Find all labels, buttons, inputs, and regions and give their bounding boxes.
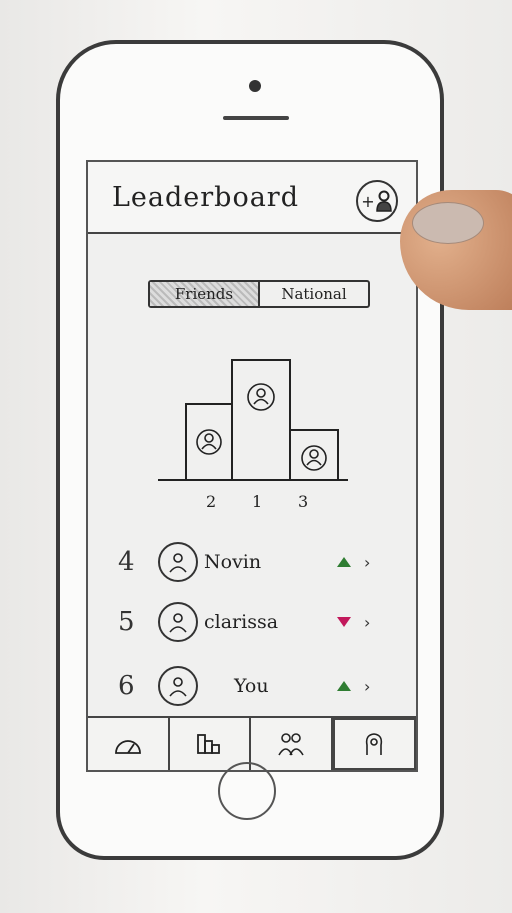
list-item[interactable]: 6 You › <box>118 658 408 714</box>
rank-number: 6 <box>118 671 135 701</box>
tab-friends-nav[interactable] <box>251 718 333 770</box>
avatar-icon <box>158 602 198 642</box>
chevron-right-icon[interactable]: › <box>364 677 394 696</box>
trend-up-icon <box>324 680 364 692</box>
tab-friends[interactable]: Friends <box>150 282 260 306</box>
add-friend-button[interactable]: + <box>356 180 398 222</box>
speedometer-icon <box>114 740 141 754</box>
speaker-icon <box>223 116 289 120</box>
podium-rank-2: 2 <box>206 492 217 511</box>
chevron-right-icon[interactable]: › <box>364 553 394 572</box>
list-item[interactable]: 4 Novin › <box>118 534 408 590</box>
avatar-icon <box>196 383 327 471</box>
person-icon <box>375 190 392 212</box>
page-title: Leaderboard <box>112 182 300 213</box>
rank-number: 5 <box>118 607 135 637</box>
list-item[interactable]: 5 clarissa › <box>118 594 408 650</box>
plus-label: + <box>361 191 375 211</box>
leaderboard-icon <box>197 734 221 754</box>
rank-number: 4 <box>118 547 135 577</box>
avatar-icon <box>158 542 198 582</box>
header: Leaderboard + <box>88 162 416 234</box>
trend-down-icon <box>324 616 364 628</box>
home-button[interactable] <box>218 762 276 820</box>
tab-profile[interactable] <box>332 718 416 770</box>
player-name: clarissa <box>204 611 279 633</box>
camera-icon <box>249 80 261 92</box>
podium-chart <box>158 352 348 487</box>
podium-rank-1: 1 <box>252 492 263 511</box>
tab-national[interactable]: National <box>260 282 368 306</box>
fingernail <box>412 202 484 244</box>
friends-icon <box>278 733 304 756</box>
avatar-icon <box>158 666 198 706</box>
player-name: Novin <box>204 551 262 573</box>
screen: Leaderboard + Friends National 2 1 3 4 N… <box>86 160 418 772</box>
podium-third <box>289 429 339 481</box>
trend-up-icon <box>324 556 364 568</box>
podium-first <box>231 359 291 481</box>
profile-icon <box>366 733 383 755</box>
tab-dashboard[interactable] <box>88 718 170 770</box>
chevron-right-icon[interactable]: › <box>364 613 394 632</box>
player-name: You <box>234 675 269 697</box>
podium-rank-3: 3 <box>298 492 309 511</box>
scope-toggle[interactable]: Friends National <box>148 280 370 308</box>
